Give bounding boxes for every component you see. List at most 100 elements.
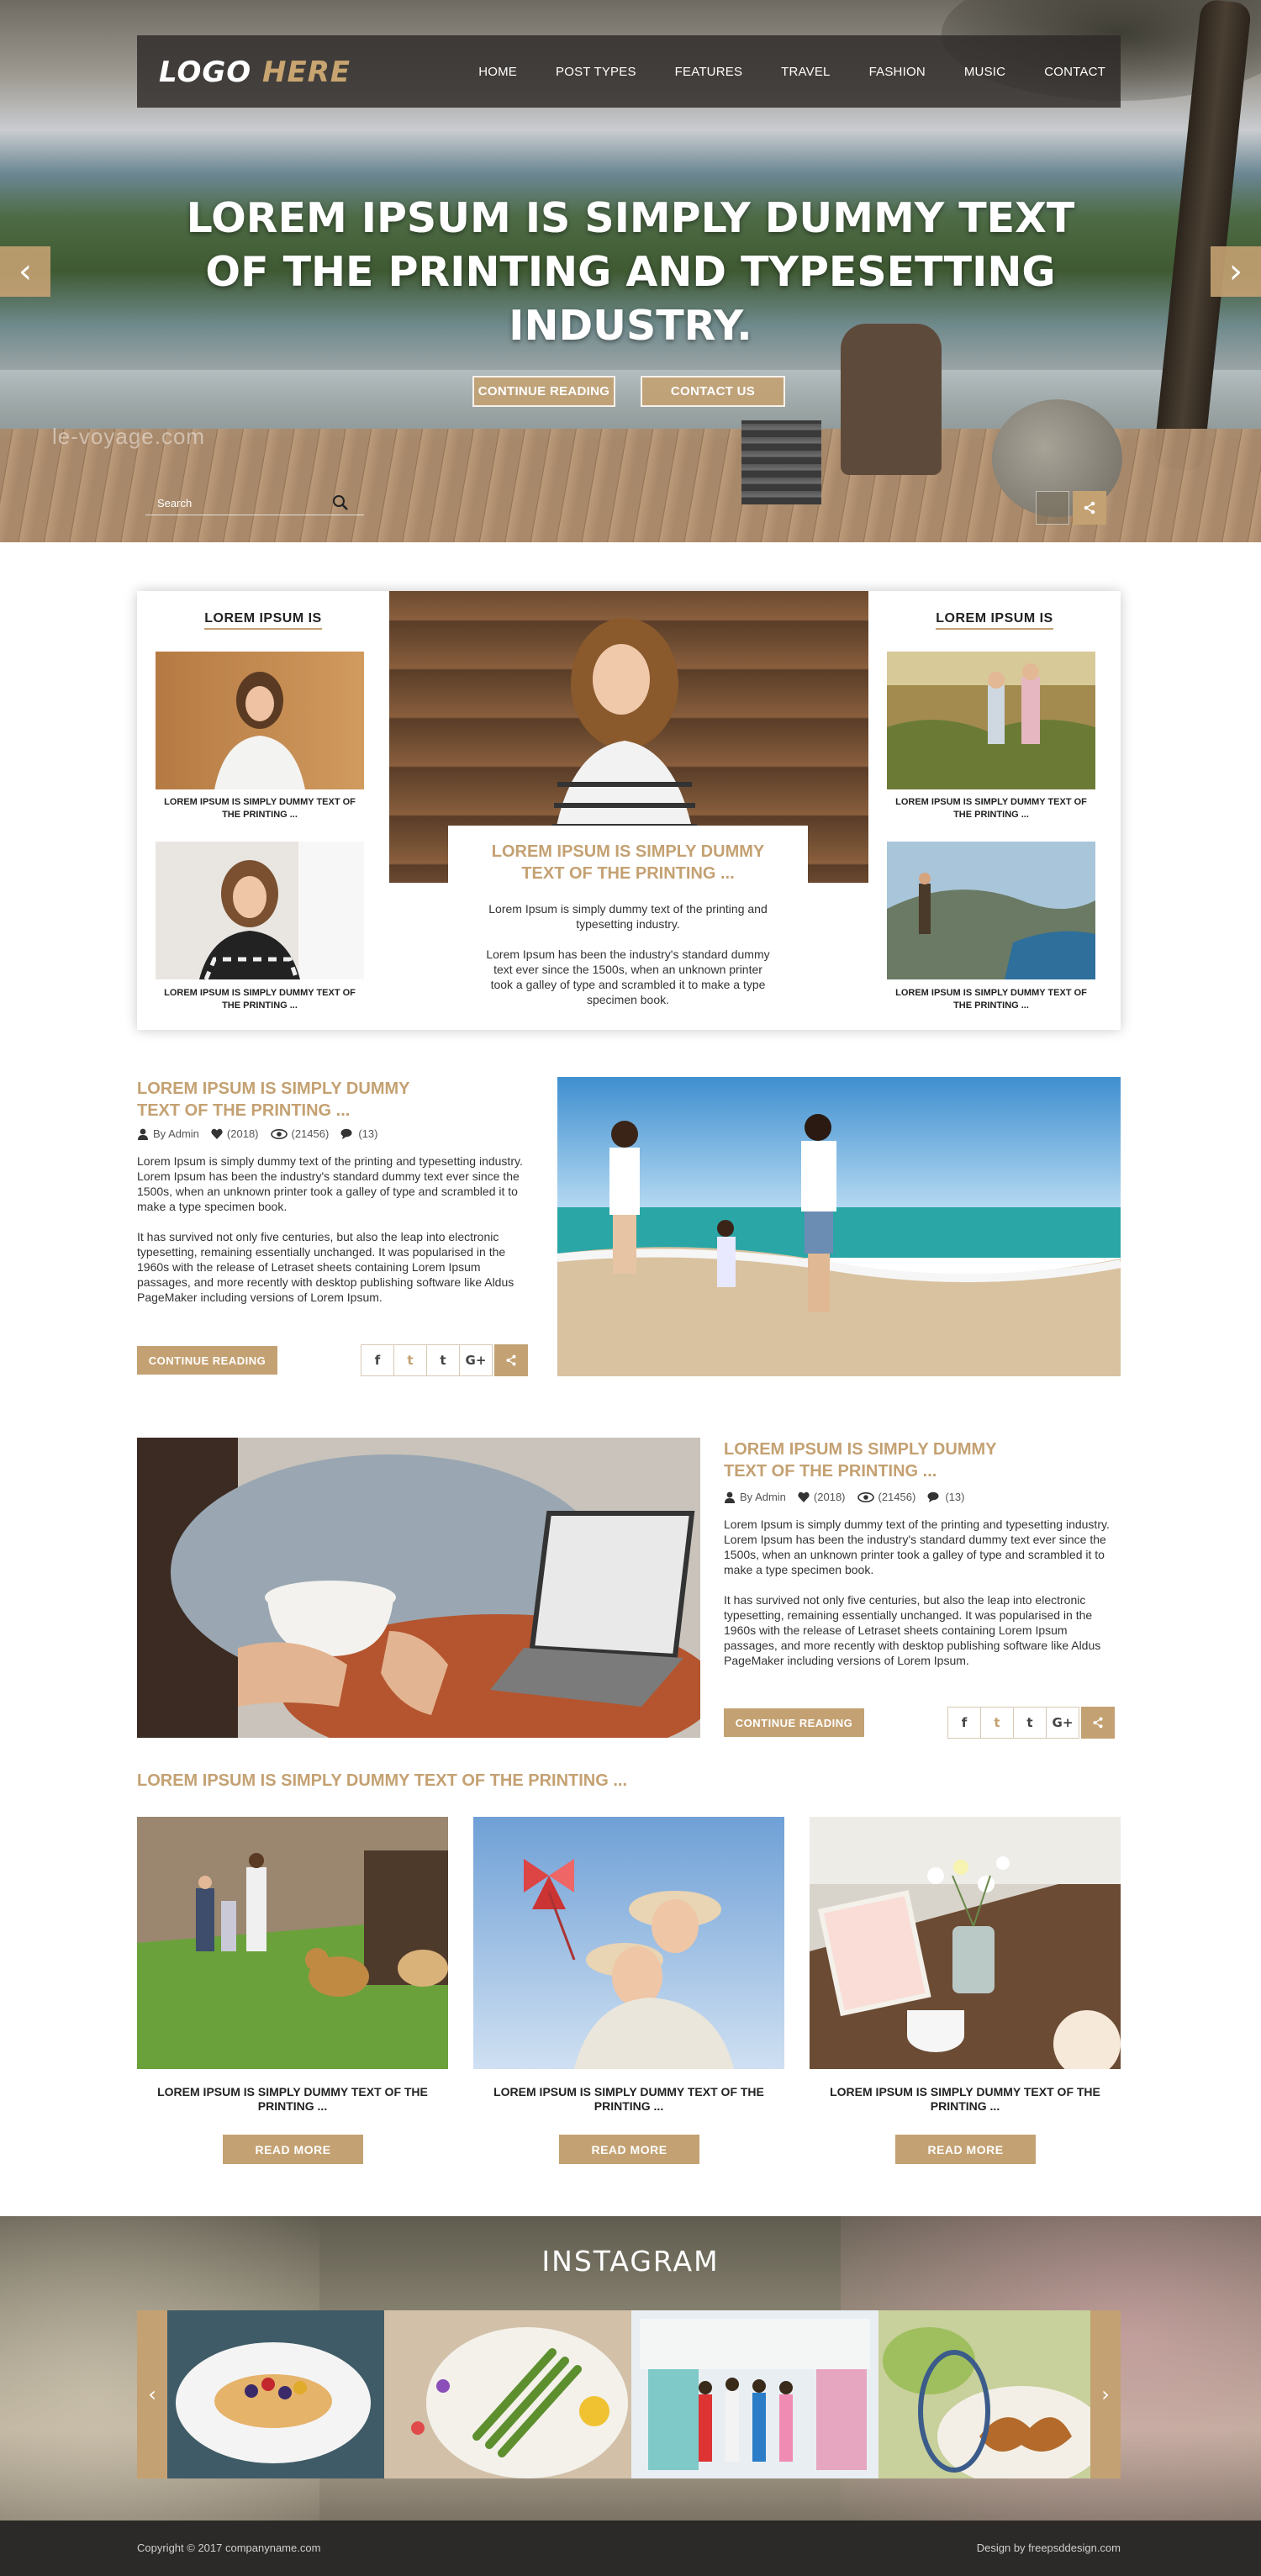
grid-card-caption[interactable]: LOREM IPSUM IS SIMPLY DUMMY TEXT OF THE … bbox=[473, 2085, 784, 2114]
hero-share-button[interactable] bbox=[1073, 491, 1106, 525]
hero-watermark: le-voyage.com bbox=[52, 424, 206, 449]
article-2-paragraph-1: Lorem Ipsum is simply dummy text of the … bbox=[724, 1518, 1110, 1576]
footer-design-credit[interactable]: Design by freepsddesign.com bbox=[977, 2542, 1121, 2554]
hero-slider: le-voyage.com LOGO HERE HOME POST TYPES … bbox=[0, 0, 1261, 542]
hero-books bbox=[741, 420, 821, 504]
share-icon bbox=[1093, 1717, 1103, 1729]
share-button[interactable] bbox=[494, 1344, 528, 1376]
nav-home[interactable]: HOME bbox=[478, 65, 517, 79]
share-button[interactable] bbox=[1081, 1707, 1115, 1739]
featured-thumb-kids-field[interactable] bbox=[887, 652, 1095, 789]
search-icon[interactable] bbox=[332, 494, 349, 511]
nav-post-types[interactable]: POST TYPES bbox=[556, 65, 636, 79]
featured-thumb-woman-phone[interactable] bbox=[156, 842, 364, 979]
tumblr-icon[interactable]: t bbox=[1013, 1707, 1047, 1739]
google-plus-icon[interactable]: G+ bbox=[459, 1344, 493, 1376]
featured-main-title[interactable]: LOREM IPSUM IS SIMPLY DUMMY TEXT OF THE … bbox=[482, 841, 774, 884]
heart-icon bbox=[211, 1128, 223, 1139]
slider-prev-button[interactable]: ‹ bbox=[0, 246, 50, 297]
read-more-button[interactable]: READ MORE bbox=[223, 2135, 363, 2164]
user-icon bbox=[725, 1491, 735, 1503]
hero-continue-button[interactable]: CONTINUE READING bbox=[472, 376, 615, 407]
featured-caption[interactable]: LOREM IPSUM IS SIMPLY DUMMY TEXT OF THE … bbox=[887, 987, 1095, 1012]
read-more-button[interactable]: READ MORE bbox=[559, 2135, 699, 2164]
heart-icon bbox=[798, 1491, 810, 1502]
instagram-photo-asparagus[interactable] bbox=[384, 2310, 631, 2478]
featured-main-intro: Lorem Ipsum is simply dummy text of the … bbox=[488, 902, 768, 931]
instagram-section: INSTAGRAM ‹ › bbox=[0, 2216, 1261, 2521]
featured-thumb-woman-smiling[interactable] bbox=[156, 652, 364, 789]
article-1-continue-button[interactable]: CONTINUE READING bbox=[137, 1346, 277, 1375]
instagram-photo-group[interactable] bbox=[631, 2310, 878, 2478]
article-1-paragraph-2: It has survived not only five centuries,… bbox=[137, 1230, 514, 1304]
comments-icon bbox=[340, 1128, 352, 1139]
grid-card-image-mother-child[interactable] bbox=[473, 1817, 784, 2069]
hero-contact-button[interactable]: CONTACT US bbox=[641, 376, 785, 407]
slider-next-button[interactable]: › bbox=[1211, 246, 1261, 297]
eye-icon bbox=[270, 1128, 288, 1139]
article-2-continue-button[interactable]: CONTINUE READING bbox=[724, 1708, 864, 1737]
article-author: By Admin bbox=[153, 1127, 199, 1140]
instagram-photo-pretzels[interactable] bbox=[878, 2310, 1090, 2478]
grid-card-caption[interactable]: LOREM IPSUM IS SIMPLY DUMMY TEXT OF THE … bbox=[810, 2085, 1121, 2114]
featured-thumb-hiker-coast[interactable] bbox=[887, 842, 1095, 979]
featured-section: LOREM IPSUM IS LOREM IPSUM IS SIMPLY DUM… bbox=[137, 591, 1121, 1030]
user-icon bbox=[138, 1128, 148, 1140]
article-likes: (2018) bbox=[813, 1491, 846, 1503]
nav-music[interactable]: MUSIC bbox=[964, 65, 1005, 79]
logo[interactable]: LOGO HERE bbox=[159, 55, 351, 89]
search-bar bbox=[145, 490, 364, 515]
search-input[interactable] bbox=[157, 494, 325, 512]
nav-features[interactable]: FEATURES bbox=[675, 65, 743, 79]
hero-title: LOREM IPSUM IS SIMPLY DUMMY TEXT OF THE … bbox=[186, 194, 1075, 350]
twitter-icon[interactable]: t bbox=[393, 1344, 427, 1376]
instagram-carousel: ‹ › bbox=[137, 2310, 1121, 2478]
featured-right-heading: LOREM IPSUM IS bbox=[868, 611, 1121, 630]
article-1-image-beach-family[interactable] bbox=[557, 1077, 1121, 1376]
article-2-share-bar: f t t G+ bbox=[947, 1707, 1115, 1739]
grid-card-image-family-dogs[interactable] bbox=[137, 1817, 448, 2069]
nav-travel[interactable]: TRAVEL bbox=[781, 65, 830, 79]
share-icon bbox=[1084, 501, 1095, 515]
featured-caption[interactable]: LOREM IPSUM IS SIMPLY DUMMY TEXT OF THE … bbox=[156, 796, 364, 821]
article-1-body: Lorem Ipsum is simply dummy text of the … bbox=[137, 1153, 536, 1305]
facebook-icon[interactable]: f bbox=[361, 1344, 394, 1376]
main-nav: HOME POST TYPES FEATURES TRAVEL FASHION … bbox=[440, 35, 1105, 108]
instagram-photo-pancakes[interactable] bbox=[167, 2310, 384, 2478]
article-author: By Admin bbox=[740, 1491, 786, 1503]
header-bar: LOGO HERE HOME POST TYPES FEATURES TRAVE… bbox=[137, 35, 1121, 108]
slider-indicator[interactable] bbox=[1036, 491, 1069, 525]
article-1-share-bar: f t t G+ bbox=[361, 1344, 528, 1376]
instagram-next-button[interactable]: › bbox=[1090, 2310, 1121, 2478]
grid-card-caption[interactable]: LOREM IPSUM IS SIMPLY DUMMY TEXT OF THE … bbox=[137, 2085, 448, 2114]
article-1-paragraph-1: Lorem Ipsum is simply dummy text of the … bbox=[137, 1154, 523, 1213]
share-icon bbox=[506, 1354, 516, 1366]
facebook-icon[interactable]: f bbox=[947, 1707, 981, 1739]
google-plus-icon[interactable]: G+ bbox=[1046, 1707, 1079, 1739]
featured-right-column: LOREM IPSUM IS LOREM IPSUM IS SIMPLY DUM… bbox=[868, 591, 1121, 1030]
article-views: (21456) bbox=[291, 1127, 330, 1140]
article-2-body: Lorem Ipsum is simply dummy text of the … bbox=[724, 1517, 1122, 1668]
instagram-title: INSTAGRAM bbox=[541, 2245, 720, 2278]
featured-caption[interactable]: LOREM IPSUM IS SIMPLY DUMMY TEXT OF THE … bbox=[887, 796, 1095, 821]
nav-contact[interactable]: CONTACT bbox=[1044, 65, 1105, 79]
nav-fashion[interactable]: FASHION bbox=[869, 65, 926, 79]
twitter-icon[interactable]: t bbox=[980, 1707, 1014, 1739]
featured-caption[interactable]: LOREM IPSUM IS SIMPLY DUMMY TEXT OF THE … bbox=[156, 987, 364, 1012]
instagram-prev-button[interactable]: ‹ bbox=[137, 2310, 167, 2478]
logo-word-2: HERE bbox=[262, 55, 351, 89]
tumblr-icon[interactable]: t bbox=[426, 1344, 460, 1376]
grid-card-image-flowers-table[interactable] bbox=[810, 1817, 1121, 2069]
featured-left-column: LOREM IPSUM IS LOREM IPSUM IS SIMPLY DUM… bbox=[137, 591, 389, 1030]
article-2-paragraph-2: It has survived not only five centuries,… bbox=[724, 1593, 1101, 1667]
footer-copyright: Copyright © 2017 companyname.com bbox=[137, 2542, 321, 2554]
article-2-title[interactable]: LOREM IPSUM IS SIMPLY DUMMY TEXT OF THE … bbox=[724, 1438, 1043, 1482]
article-likes: (2018) bbox=[226, 1127, 259, 1140]
article-2-image-coffee-laptop[interactable] bbox=[137, 1438, 700, 1738]
featured-main-card: LOREM IPSUM IS SIMPLY DUMMY TEXT OF THE … bbox=[448, 826, 808, 1030]
article-1-title[interactable]: LOREM IPSUM IS SIMPLY DUMMY TEXT OF THE … bbox=[137, 1078, 456, 1122]
read-more-button[interactable]: READ MORE bbox=[895, 2135, 1036, 2164]
article-2-meta: By Admin (2018) (21456) (13) bbox=[724, 1491, 976, 1503]
featured-left-heading: LOREM IPSUM IS bbox=[137, 611, 389, 630]
footer: Copyright © 2017 companyname.com Design … bbox=[0, 2521, 1261, 2576]
